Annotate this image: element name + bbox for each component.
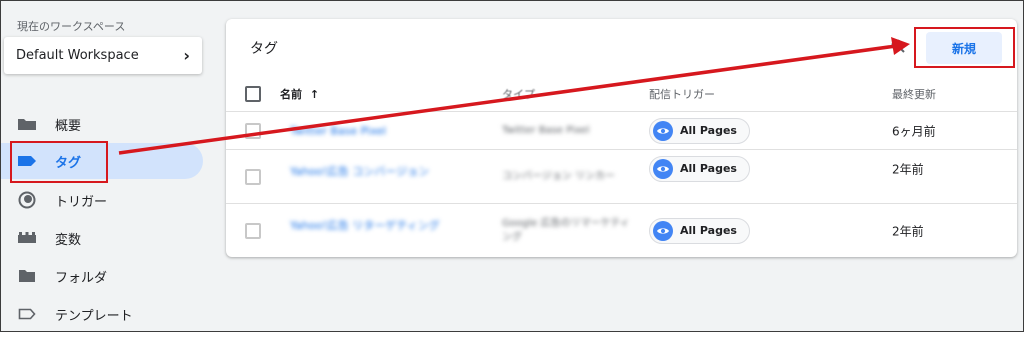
trigger-icon (17, 191, 37, 209)
sidebar-item-overview[interactable]: 概要 (1, 106, 203, 142)
trigger-chip-label: All Pages (680, 224, 737, 237)
row-checkbox[interactable] (245, 168, 261, 185)
search-icon[interactable] (891, 39, 905, 53)
column-header-type[interactable]: タイプ (502, 86, 535, 102)
table-row[interactable]: Yahoo!広告 リターゲティング Google 広告のリマーケティング All… (226, 204, 1017, 257)
last-updated: 2年前 (892, 162, 924, 176)
tag-type: Twitter Base Pixel (502, 124, 590, 136)
tag-name-link[interactable]: Twitter Base Pixel (290, 124, 386, 137)
eye-icon (653, 158, 673, 179)
sidebar-item-triggers[interactable]: トリガー (1, 182, 203, 218)
eye-icon (653, 220, 673, 241)
row-checkbox[interactable] (245, 122, 261, 139)
tag-type: コンバージョン リンカー (502, 170, 615, 182)
tag-name-link[interactable]: Yahoo!広告 コンバージョン (290, 163, 429, 179)
annotation-box-tags (10, 141, 108, 183)
column-header-name[interactable]: 名前 ↑ (280, 86, 319, 102)
table-row[interactable]: Yahoo!広告 コンバージョン コンバージョン リンカー All Pages … (226, 150, 1017, 204)
sidebar-item-label: フォルダ (55, 270, 108, 286)
workspace-caption: 現在のワークスペース (17, 20, 126, 33)
variables-icon (17, 232, 37, 244)
sidebar-item-variables[interactable]: 変数 (1, 220, 203, 256)
column-header-name-label: 名前 (280, 87, 302, 101)
sidebar-item-label: トリガー (55, 194, 108, 210)
annotation-box-new (914, 27, 1015, 68)
sort-ascending-icon: ↑ (309, 87, 320, 101)
trigger-chip-label: All Pages (680, 162, 737, 175)
last-updated: 6ヶ月前 (892, 124, 936, 138)
tag-type: Google 広告のリマーケティング (502, 217, 630, 243)
sidebar-item-label: テンプレート (55, 308, 133, 324)
tag-name-link[interactable]: Yahoo!広告 リターゲティング (290, 217, 440, 233)
panel-title: タグ (250, 41, 278, 57)
column-header-updated[interactable]: 最終更新 (892, 86, 936, 102)
folder-icon (17, 269, 37, 283)
sidebar-item-folders[interactable]: フォルダ (1, 258, 203, 294)
folder-filled-icon (17, 117, 37, 131)
trigger-chip[interactable]: All Pages (649, 117, 750, 144)
select-all-checkbox[interactable] (245, 85, 261, 102)
table-row[interactable]: Twitter Base Pixel Twitter Base Pixel Al… (226, 112, 1017, 150)
chevron-right-icon: › (183, 46, 190, 65)
row-checkbox[interactable] (245, 222, 261, 239)
sidebar-item-label: 概要 (55, 118, 82, 134)
app-frame: 現在のワークスペース Default Workspace › 概要 タグ トリガ… (0, 0, 1024, 332)
column-header-trigger: 配信トリガー (649, 87, 715, 101)
tags-panel: タグ 新規 名前 ↑ タイプ 配信トリガー 最終更新 Twitter Base … (226, 19, 1017, 257)
workspace-selector[interactable]: Default Workspace › (4, 37, 202, 74)
sidebar-item-templates[interactable]: テンプレート (1, 296, 203, 332)
trigger-chip[interactable]: All Pages (649, 217, 750, 244)
eye-icon (653, 120, 673, 141)
workspace-name: Default Workspace (16, 48, 139, 63)
template-icon (17, 308, 37, 320)
sidebar-item-label: 変数 (55, 232, 82, 248)
table-header: 名前 ↑ タイプ 配信トリガー 最終更新 (226, 76, 1017, 112)
trigger-chip[interactable]: All Pages (649, 155, 750, 182)
trigger-chip-label: All Pages (680, 124, 737, 137)
last-updated: 2年前 (892, 224, 924, 238)
